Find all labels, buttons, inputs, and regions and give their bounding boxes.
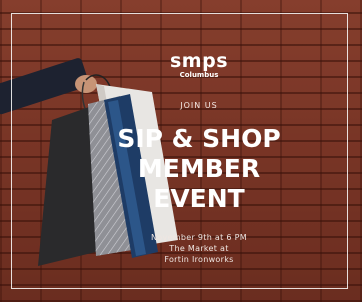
headline-line-2: MEMBER [137, 154, 261, 183]
smps-logo: smps [169, 50, 229, 72]
event-text: smps Columbus JOIN US SIP & SHOP MEMBER … [60, 52, 338, 265]
event-venue-line-2: Fortin Ironworks [164, 255, 234, 264]
event-date: November 9th at 6 PM [151, 233, 247, 242]
headline-line-3: EVENT [153, 184, 245, 213]
event-details: November 9th at 6 PM The Market at Forti… [60, 232, 338, 265]
event-headline: SIP & SHOP MEMBER EVENT [60, 124, 338, 214]
headline-line-1: SIP & SHOP [117, 124, 281, 153]
join-us-label: JOIN US [180, 101, 218, 110]
event-venue-line-1: The Market at [169, 244, 229, 253]
logo-city: Columbus [179, 71, 219, 79]
event-poster: smps Columbus JOIN US SIP & SHOP MEMBER … [0, 0, 362, 302]
